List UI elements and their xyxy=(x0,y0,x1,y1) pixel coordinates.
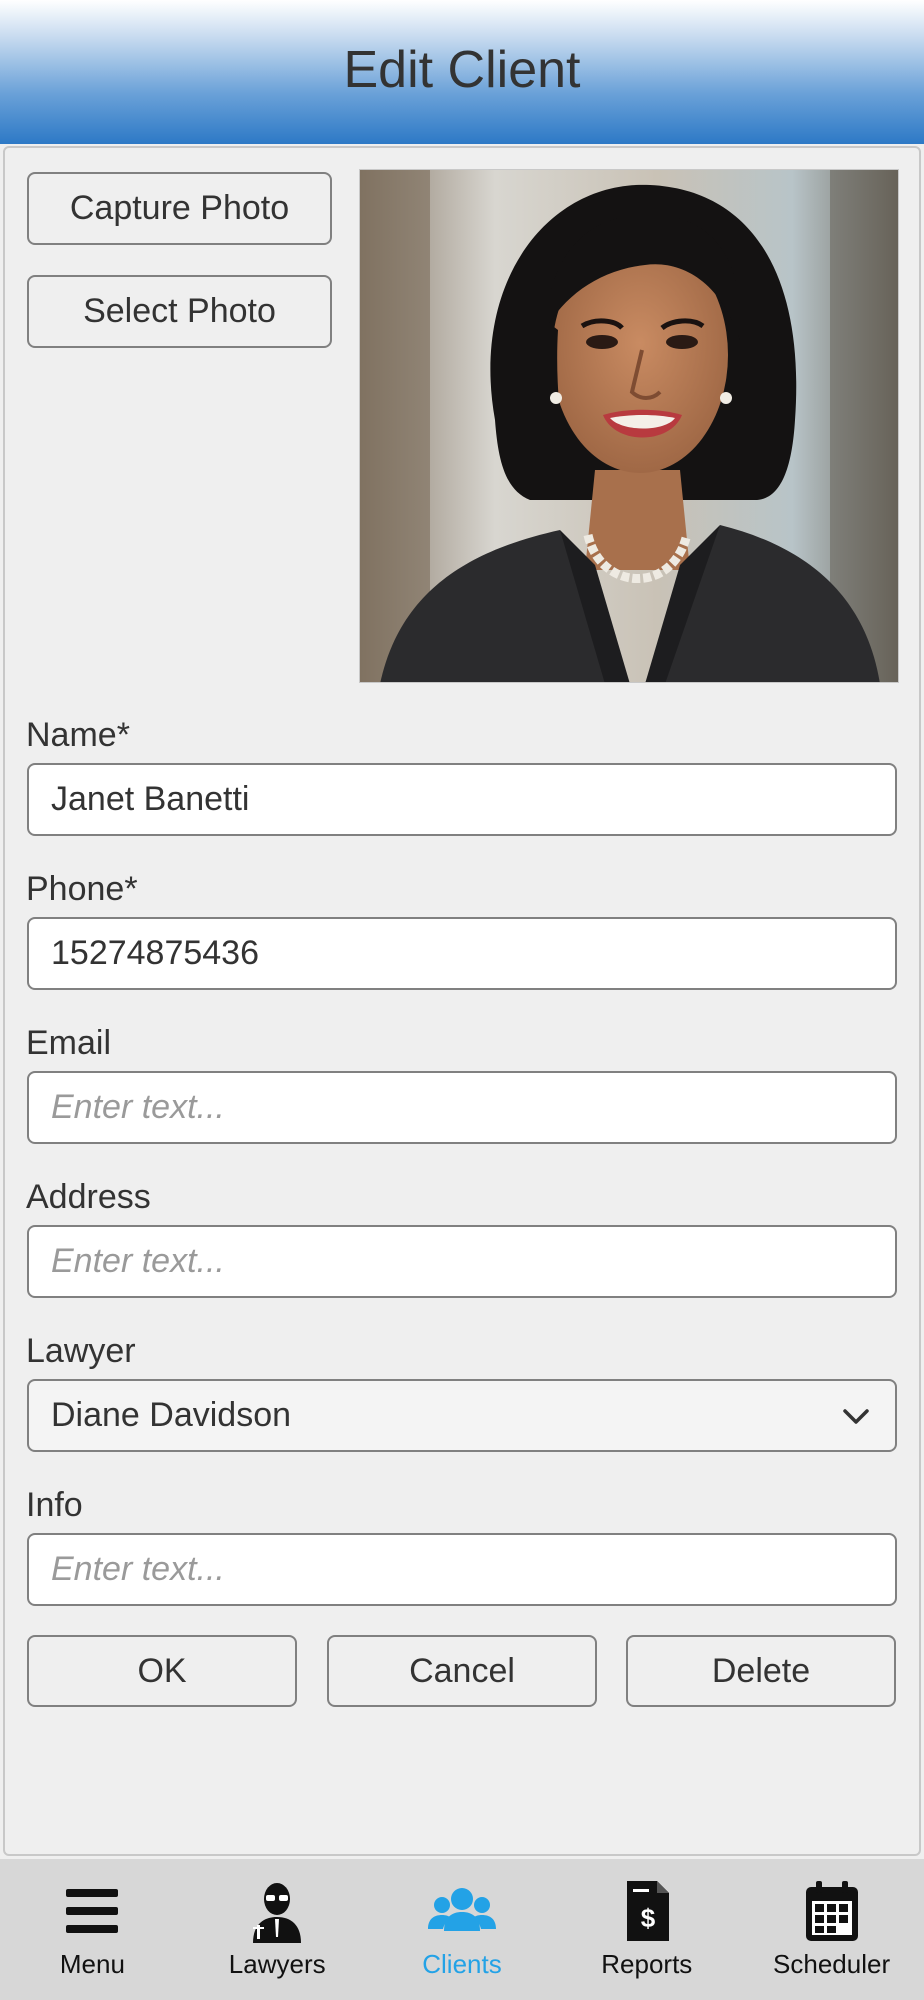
nav-label-menu: Menu xyxy=(59,1949,125,1979)
calendar-icon xyxy=(805,1881,858,1941)
phone-value: 15274875436 xyxy=(51,934,260,972)
lawyer-label: Lawyer xyxy=(26,1332,136,1370)
select-photo-button[interactable]: Select Photo xyxy=(27,275,332,348)
nav-item-reports[interactable]: $ Reports xyxy=(554,1859,739,2000)
email-label: Email xyxy=(26,1024,112,1062)
nav-label-lawyers: Lawyers xyxy=(228,1949,326,1979)
client-photo xyxy=(359,169,899,683)
address-placeholder: Enter text... xyxy=(51,1242,225,1280)
info-field[interactable]: Enter text... xyxy=(27,1533,897,1606)
lawyer-select[interactable]: Diane Davidson xyxy=(27,1379,897,1452)
ok-button[interactable]: OK xyxy=(27,1635,297,1707)
page-title: Edit Client xyxy=(343,41,581,99)
email-field[interactable]: Enter text... xyxy=(27,1071,897,1144)
name-value: Janet Banetti xyxy=(51,780,250,818)
nav-label-clients: Clients xyxy=(422,1949,502,1979)
delete-button[interactable]: Delete xyxy=(626,1635,896,1707)
clients-icon xyxy=(427,1888,496,1931)
cancel-button[interactable]: Cancel xyxy=(327,1635,597,1707)
address-label: Address xyxy=(26,1178,151,1216)
hamburger-icon xyxy=(66,1889,119,1933)
svg-text:$: $ xyxy=(641,1903,656,1933)
report-icon: $ xyxy=(626,1881,669,1941)
nav-label-reports: Reports xyxy=(601,1949,693,1979)
capture-photo-button[interactable]: Capture Photo xyxy=(27,172,332,245)
name-field[interactable]: Janet Banetti xyxy=(27,763,897,836)
chevron-down-icon xyxy=(843,1408,869,1424)
nav-item-lawyers[interactable]: Lawyers xyxy=(185,1859,370,2000)
info-placeholder: Enter text... xyxy=(51,1550,225,1588)
nav-item-menu[interactable]: Menu xyxy=(0,1859,185,2000)
info-label: Info xyxy=(26,1486,83,1524)
name-label: Name* xyxy=(26,716,130,754)
lawyer-icon xyxy=(253,1883,302,1943)
email-placeholder: Enter text... xyxy=(51,1088,225,1126)
phone-label: Phone* xyxy=(26,870,138,908)
lawyer-selected-value: Diane Davidson xyxy=(51,1396,292,1434)
nav-item-clients[interactable]: Clients xyxy=(370,1859,555,2000)
nav-label-scheduler: Scheduler xyxy=(773,1949,891,1979)
bottom-nav: Menu Lawyers Clients $ Reports Scheduler xyxy=(0,1859,924,2000)
address-field[interactable]: Enter text... xyxy=(27,1225,897,1298)
nav-item-scheduler[interactable]: Scheduler xyxy=(739,1859,924,2000)
app-header: Edit Client xyxy=(0,0,924,144)
phone-field[interactable]: 15274875436 xyxy=(27,917,897,990)
